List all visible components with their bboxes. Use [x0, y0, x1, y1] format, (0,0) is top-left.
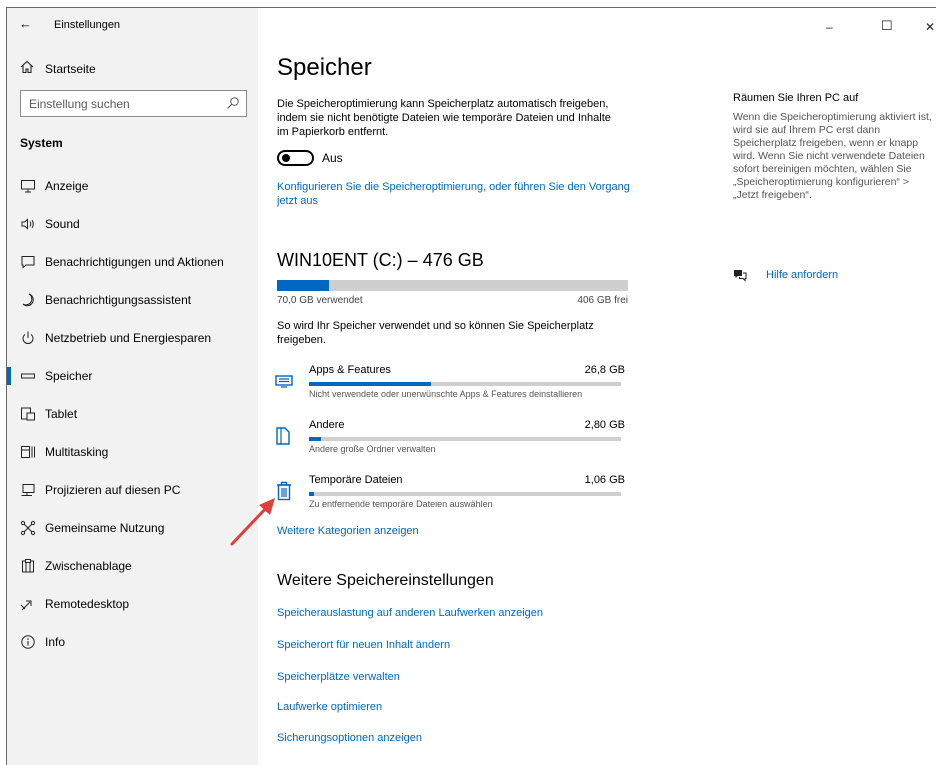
sidebar-item-sound[interactable]: Sound [7, 206, 258, 242]
sidebar-item-benachrichtigungsassistent[interactable]: Benachrichtigungsassistent [7, 282, 258, 318]
notification-icon [21, 256, 35, 269]
home-nav-item[interactable]: Startseite [7, 53, 258, 83]
sidebar-item-label: Benachrichtigungsassistent [45, 293, 192, 307]
annotation-arrow [230, 498, 275, 546]
category-andere[interactable]: Andere 2,80 GB Andere große Ordner verwa… [275, 419, 625, 469]
sidebar-item-label: Remotedesktop [45, 597, 130, 611]
sidebar-item-label: Projizieren auf diesen PC [45, 483, 181, 497]
configure-storage-sense-link[interactable]: Konfigurieren Sie die Speicheroptimierun… [277, 180, 637, 208]
tip-title: Räumen Sie Ihren PC auf [733, 92, 859, 104]
info-icon [21, 635, 35, 649]
link-other-drives-usage[interactable]: Speicherauslastung auf anderen Laufwerke… [277, 606, 543, 620]
sidebar-item-info[interactable]: Info [7, 624, 258, 660]
category-size: 2,80 GB [584, 419, 625, 431]
main-content: – ☐ ✕ Speicher Die Speicheroptimierung k… [258, 8, 936, 765]
storage-sense-toggle[interactable] [277, 150, 314, 166]
category-apps-features[interactable]: Apps & Features 26,8 GB Nicht verwendete… [275, 364, 625, 414]
sidebar-item-label: Tablet [45, 407, 78, 421]
link-manage-storage-spaces[interactable]: Speicherplätze verwalten [277, 670, 400, 684]
sidebar-item-anzeige[interactable]: Anzeige [7, 168, 258, 204]
power-icon [22, 331, 34, 344]
sidebar-item-label: Anzeige [45, 179, 89, 193]
sidebar: ← Einstellungen Startseite System Anzeig… [7, 8, 258, 765]
moon-icon [22, 293, 34, 307]
search-input[interactable] [29, 91, 219, 116]
category-usage-bar [309, 437, 621, 441]
sidebar-item-label: Sound [45, 217, 80, 231]
usage-intro: So wird Ihr Speicher verwendet und so kö… [277, 320, 594, 346]
tablet-icon [21, 407, 35, 421]
link-optimize-drives[interactable]: Laufwerke optimieren [277, 700, 382, 714]
sidebar-item-label: Netzbetrieb und Energiesparen [45, 331, 212, 345]
sidebar-item-tablet[interactable]: Tablet [7, 396, 258, 432]
sidebar-item-label: Speicher [45, 369, 93, 383]
category-usage-fill [309, 437, 322, 441]
back-button[interactable]: ← [19, 16, 32, 31]
get-help-label: Hilfe anfordern [766, 269, 839, 281]
maximize-button[interactable]: ☐ [881, 18, 893, 34]
sidebar-item-projizieren[interactable]: Projizieren auf diesen PC [7, 472, 258, 508]
search-icon[interactable] [226, 96, 240, 110]
close-button[interactable]: ✕ [925, 20, 935, 34]
category-size: 26,8 GB [584, 364, 625, 376]
category-usage-bar [309, 492, 621, 496]
title-bar: ← Einstellungen [7, 8, 258, 40]
tip-text: Wenn die Speicheroptimierung aktiviert i… [733, 111, 932, 201]
drive-usage-bar [277, 280, 628, 291]
category-name: Apps & Features [309, 364, 391, 376]
projection-icon [21, 484, 35, 496]
clipboard-icon [22, 559, 34, 573]
minimize-button[interactable]: – [826, 20, 833, 34]
category-description: Nicht verwendete oder unerwünschte Apps … [309, 389, 583, 399]
drive-free-label: 406 GB frei [577, 295, 628, 306]
search-box[interactable] [20, 90, 247, 117]
sidebar-item-label: Info [45, 635, 66, 649]
category-description: Zu entfernende temporäre Dateien auswähl… [309, 499, 493, 509]
toggle-knob [282, 154, 290, 162]
apps-features-icon [275, 375, 293, 388]
category-usage-fill [309, 492, 314, 496]
more-categories-link[interactable]: Weitere Kategorien anzeigen [277, 524, 419, 538]
multitasking-icon [21, 446, 35, 458]
category-temporaere-dateien[interactable]: Temporäre Dateien 1,06 GB Zu entfernende… [275, 474, 625, 524]
active-indicator [7, 367, 11, 385]
sidebar-item-netzbetrieb[interactable]: Netzbetrieb und Energiesparen [7, 320, 258, 356]
section-heading: System [20, 136, 63, 150]
category-name: Temporäre Dateien [309, 474, 403, 486]
sidebar-item-remotedesktop[interactable]: Remotedesktop [7, 586, 258, 622]
category-size: 1,06 GB [584, 474, 625, 486]
sidebar-item-benachrichtigungen[interactable]: Benachrichtigungen und Aktionen [7, 244, 258, 280]
sidebar-item-speicher[interactable]: Speicher [7, 358, 258, 394]
drive-used-label: 70,0 GB verwendet [277, 295, 363, 306]
more-settings-title: Weitere Speichereinstellungen [277, 572, 494, 589]
storage-icon [21, 373, 35, 379]
sidebar-item-gemeinsame-nutzung[interactable]: Gemeinsame Nutzung [7, 510, 258, 546]
category-name: Andere [309, 419, 345, 431]
link-backup-options[interactable]: Sicherungsoptionen anzeigen [277, 731, 422, 745]
remote-desktop-icon [20, 600, 32, 611]
drive-title: WIN10ENT (C:) – 476 GB [277, 250, 484, 270]
window-title: Einstellungen [54, 19, 121, 31]
sidebar-item-label: Zwischenablage [45, 559, 132, 573]
toggle-state-label: Aus [322, 151, 343, 165]
link-change-save-location[interactable]: Speicherort für neuen Inhalt ändern [277, 638, 450, 652]
help-chat-icon [734, 270, 747, 282]
share-icon [20, 520, 36, 536]
home-label: Startseite [45, 62, 96, 76]
sidebar-item-multitasking[interactable]: Multitasking [7, 434, 258, 470]
category-description: Andere große Ordner verwalten [309, 444, 436, 454]
sidebar-item-label: Multitasking [45, 445, 109, 459]
storage-sense-description: Die Speicheroptimierung kann Speicherpla… [277, 98, 611, 138]
category-usage-fill [309, 382, 431, 386]
sidebar-item-label: Gemeinsame Nutzung [45, 521, 165, 535]
monitor-icon [21, 180, 35, 193]
sidebar-item-label: Benachrichtigungen und Aktionen [45, 255, 224, 269]
sidebar-item-zwischenablage[interactable]: Zwischenablage [7, 548, 258, 584]
speaker-icon [21, 218, 34, 230]
category-usage-bar [309, 382, 621, 386]
folder-icon [276, 427, 290, 445]
page-title: Speicher [277, 54, 372, 81]
drive-usage-fill [277, 280, 329, 291]
home-icon [20, 60, 34, 74]
